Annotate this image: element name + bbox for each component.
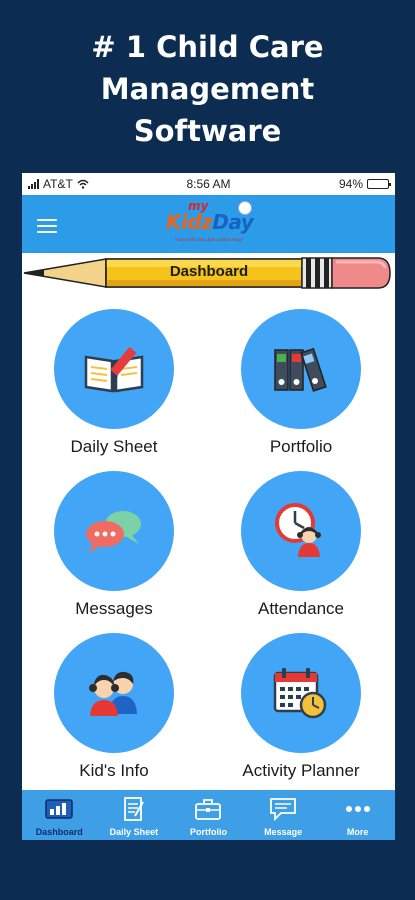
daily-sheet-icon (119, 796, 149, 822)
mykidzday-logo: my KidzDay "Your Kid's Day Just a Click … (162, 199, 256, 249)
tab-more[interactable]: More (320, 790, 395, 840)
tab-message[interactable]: Message (246, 790, 321, 840)
bottom-tab-bar: Dashboard Daily Sheet Portfolio Message … (22, 790, 395, 840)
chat-bubbles-icon (86, 511, 141, 553)
notebook-pencil-icon (84, 346, 144, 393)
tile-label: Portfolio (269, 437, 333, 456)
tile-messages[interactable]: Messages (24, 469, 204, 627)
tile-daily-sheet[interactable]: Daily Sheet (24, 307, 204, 465)
tile-portfolio[interactable]: Portfolio (211, 307, 391, 465)
tab-label: Portfolio (189, 827, 227, 837)
portfolio-circle (241, 309, 361, 429)
tile-label: Messages (75, 599, 153, 618)
headline-line-2: Management (100, 72, 315, 106)
logo-wordmark: KidzDay (166, 210, 254, 234)
tile-label: Attendance (257, 599, 344, 618)
dashboard-title: Dashboard (169, 263, 249, 280)
headline-line-3: Software (133, 114, 282, 148)
phone-screen: AT&T 8:56 AM 94% my KidzDay "Your Kid's … (22, 173, 395, 840)
tile-activity-planner[interactable]: Activity Planner (211, 631, 391, 789)
tab-portfolio[interactable]: Portfolio (171, 790, 246, 840)
activity-planner-circle (241, 633, 361, 753)
messages-circle (54, 471, 174, 591)
status-bar: AT&T 8:56 AM 94% (22, 173, 395, 195)
headline-line-1: # 1 Child Care (91, 30, 324, 64)
attendance-circle (241, 471, 361, 591)
briefcase-icon (193, 796, 223, 822)
promo-headline: # 1 Child Care Management Software (0, 26, 415, 152)
logo-tagline: "Your Kid's Day Just a Click Away" (174, 237, 244, 242)
clock-child-icon (275, 503, 321, 557)
daily-sheet-circle (54, 309, 174, 429)
tab-label: Message (264, 827, 303, 837)
tab-label: Daily Sheet (109, 827, 159, 837)
tile-label: Activity Planner (242, 761, 360, 780)
battery-percent: 94% (338, 177, 363, 191)
tab-label: More (346, 827, 369, 837)
calendar-clock-icon (273, 668, 327, 719)
app-header: my KidzDay "Your Kid's Day Just a Click … (22, 195, 395, 253)
kids-info-circle (54, 633, 174, 753)
tab-dashboard[interactable]: Dashboard (22, 790, 97, 840)
tile-label: Kid's Info (79, 761, 149, 780)
dashboard-banner: Dashboard (22, 255, 395, 291)
tile-attendance[interactable]: Attendance (211, 469, 391, 627)
dashboard-icon (44, 796, 74, 822)
tab-daily-sheet[interactable]: Daily Sheet (97, 790, 172, 840)
message-icon (268, 796, 298, 822)
more-dots-icon (343, 796, 373, 822)
menu-icon[interactable] (37, 219, 57, 233)
battery-area: 94% (338, 177, 391, 191)
tab-label: Dashboard (35, 827, 83, 837)
battery-icon (367, 179, 391, 189)
binders-icon (274, 347, 327, 392)
kids-icon (89, 671, 137, 716)
tile-label: Daily Sheet (70, 437, 158, 456)
tile-kids-info[interactable]: Kid's Info (24, 631, 204, 789)
